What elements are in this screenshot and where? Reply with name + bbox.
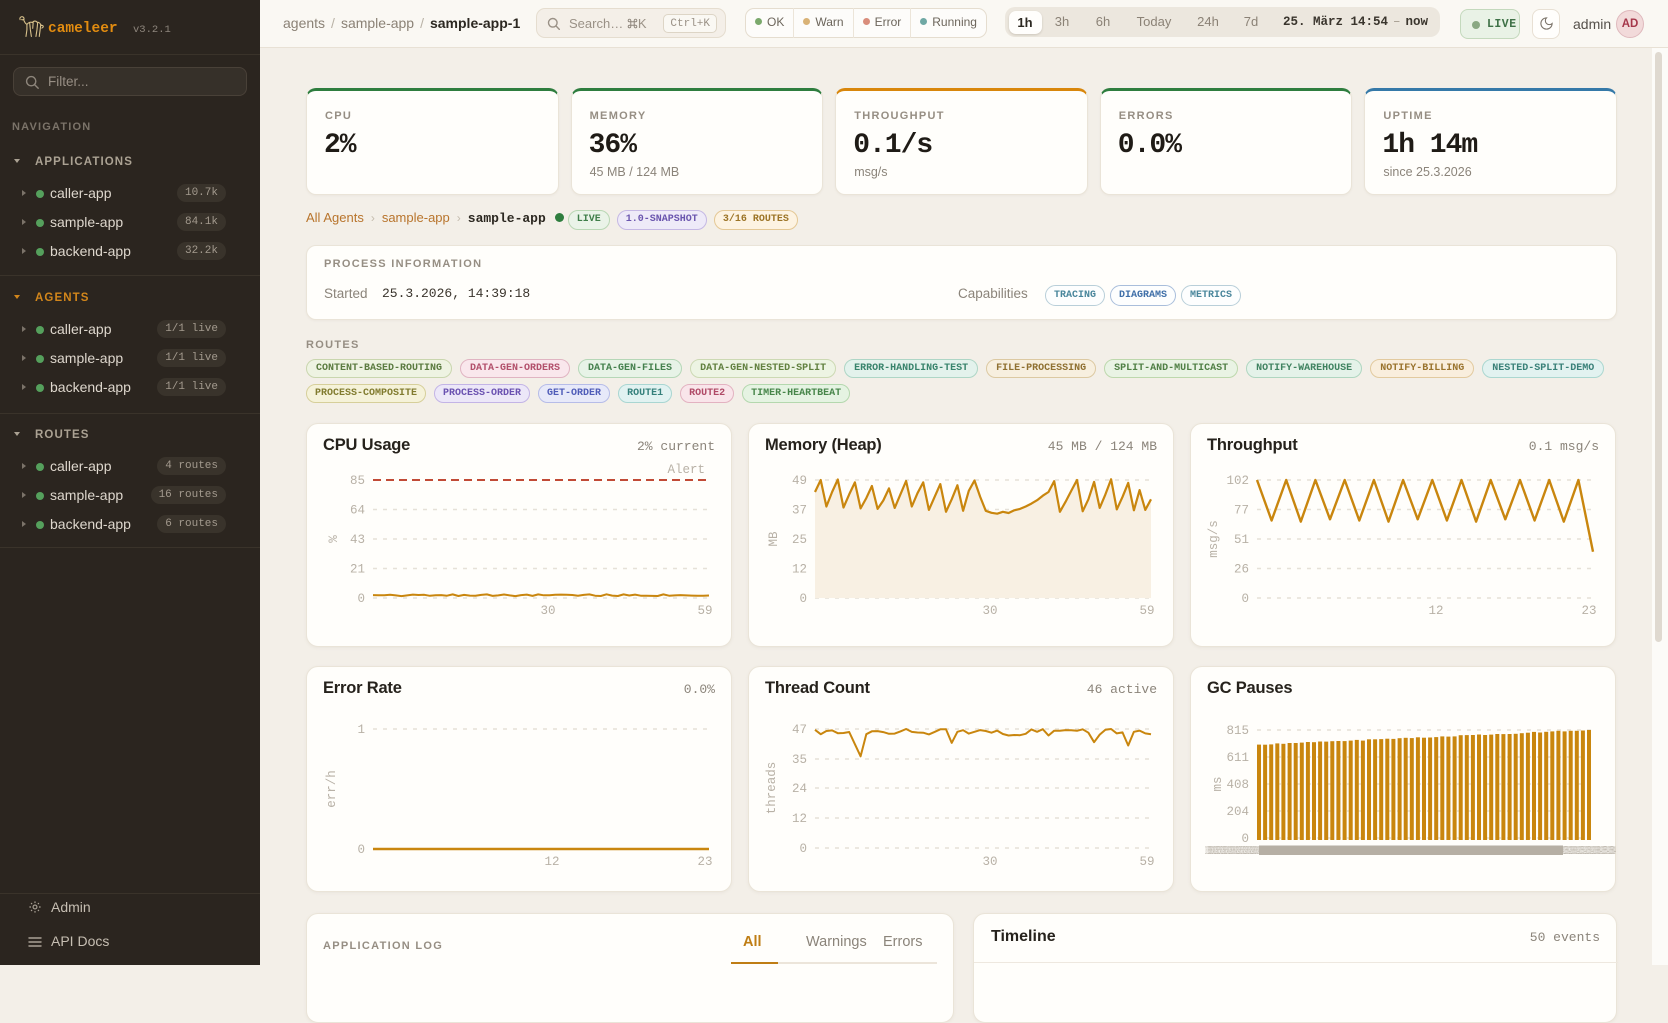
svg-text:59: 59: [1139, 604, 1154, 618]
svg-text:43: 43: [350, 533, 365, 547]
svg-text:0: 0: [799, 592, 807, 606]
svg-text:204: 204: [1226, 805, 1249, 819]
svg-text:49: 49: [792, 474, 807, 488]
svg-text:12: 12: [1428, 604, 1443, 618]
svg-text:30: 30: [982, 855, 997, 869]
svg-text:1: 1: [357, 723, 365, 737]
svg-text:815: 815: [1226, 724, 1249, 738]
svg-text:23: 23: [1581, 604, 1596, 618]
svg-text:102: 102: [1226, 474, 1249, 488]
svg-text:30: 30: [540, 604, 555, 618]
svg-text:85: 85: [350, 474, 365, 488]
svg-text:0: 0: [799, 842, 807, 856]
svg-text:12: 12: [544, 855, 559, 869]
svg-text:35: 35: [792, 753, 807, 767]
svg-text:0: 0: [357, 843, 365, 857]
svg-text:%: %: [327, 535, 341, 543]
svg-text:59: 59: [697, 604, 712, 618]
svg-text:0: 0: [357, 592, 365, 606]
svg-text:12: 12: [792, 563, 807, 577]
svg-text:26: 26: [1234, 563, 1249, 577]
svg-text:ms: ms: [1211, 776, 1225, 791]
svg-text:MB: MB: [767, 531, 781, 547]
svg-text:77: 77: [1234, 504, 1249, 518]
svg-text:59: 59: [1139, 855, 1154, 869]
svg-text:47: 47: [792, 723, 807, 737]
svg-text:12: 12: [792, 812, 807, 826]
svg-text:21: 21: [350, 563, 365, 577]
svg-text:408: 408: [1226, 778, 1249, 792]
svg-text:25: 25: [792, 533, 807, 547]
svg-text:0: 0: [1241, 592, 1249, 606]
svg-text:msg/s: msg/s: [1207, 520, 1221, 558]
svg-text:611: 611: [1226, 751, 1249, 765]
svg-text:64: 64: [350, 504, 365, 518]
svg-text:threads: threads: [765, 762, 779, 815]
svg-text:51: 51: [1234, 533, 1249, 547]
svg-text:30: 30: [982, 604, 997, 618]
svg-text:23: 23: [697, 855, 712, 869]
svg-text:err/h: err/h: [325, 770, 339, 808]
svg-text:24: 24: [792, 782, 807, 796]
svg-text:Alert: Alert: [667, 463, 705, 477]
svg-text:37: 37: [792, 504, 807, 518]
